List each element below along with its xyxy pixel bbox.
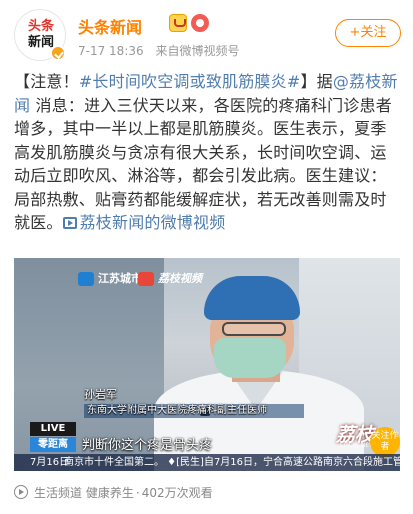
litchi-logo-icon: [138, 272, 154, 286]
video-subtitle: 判断你这个疼是骨头疼: [82, 438, 213, 453]
glasses: [222, 322, 286, 336]
jiangsu-logo-icon: [78, 272, 94, 286]
litchi-logo-text: 荔枝视频: [158, 272, 202, 285]
surgical-cap: [204, 276, 300, 320]
litchi-video-logo: 荔枝视频: [138, 270, 202, 288]
ticker-text: 南京市十件全国第二。 ♦[民生]自7月16日，宁合高速公路南京六合段施工管制: [64, 457, 400, 468]
hashtag-link[interactable]: #长时间吹空调或致肌筋膜炎#: [79, 72, 301, 91]
speaker-name: 孙岩军: [84, 388, 117, 401]
footer-channel[interactable]: 生活频道: [34, 486, 82, 500]
news-ticker: 7月16日南京市十件全国第二。 ♦[民生]自7月16日，宁合高速公路南京六合段施…: [14, 454, 400, 471]
user-name[interactable]: 头条新闻: [78, 14, 142, 38]
ticker-date: 7月16日: [30, 457, 70, 468]
video-link-icon: [62, 217, 77, 229]
jiangsu-city-logo: 江苏城市: [78, 270, 142, 288]
post-text: 【注意！#长时间吹空调或致肌筋膜炎#】据@荔枝新闻 消息：进入三伏天以来，各医院…: [14, 70, 400, 235]
video-player[interactable]: 江苏城市 荔枝视频 孙岩军 东南大学附属中大医院疼痛科副主任医师 LIVE 零距…: [14, 258, 400, 471]
post-body: 消息：进入三伏天以来，各医院的疼痛科门诊患者增多，其中一半以上都是肌筋膜炎。医生…: [14, 95, 392, 233]
follow-author-button[interactable]: 关注作者: [370, 427, 400, 457]
verified-icon: [50, 45, 66, 61]
video-link[interactable]: 荔枝新闻的微博视频: [62, 213, 226, 232]
vip-crown-icon[interactable]: [169, 14, 187, 32]
live-label: LIVE: [30, 422, 76, 436]
live-badge: LIVE 零距离: [30, 422, 76, 452]
follow-button[interactable]: +关注: [335, 19, 401, 47]
name-caption: 孙岩军 东南大学附属中大医院疼痛科副主任医师: [84, 388, 304, 418]
footer-category[interactable]: 健康养生: [86, 486, 134, 500]
post-header: 头条 新闻 头条新闻 7-17 18:36 来自微博视频号 +关注: [0, 0, 413, 68]
text-mid: 】据: [300, 72, 333, 91]
speaker-title: 东南大学附属中大医院疼痛科副主任医师: [84, 404, 304, 418]
play-icon: [14, 485, 28, 499]
avatar-text-top: 头条: [27, 19, 54, 34]
medal-icon[interactable]: [191, 14, 209, 32]
footer-views: 402万次观看: [141, 486, 213, 500]
channel-label: 零距离: [30, 437, 76, 452]
post-source[interactable]: 来自微博视频号: [155, 44, 239, 58]
post-time: 7-17 18:36: [78, 44, 144, 58]
face-mask: [214, 338, 286, 378]
video-footer: 生活频道 健康养生 · 402万次观看: [14, 484, 213, 502]
post-meta: 7-17 18:36 来自微博视频号: [78, 42, 239, 59]
text-intro: 【注意！: [14, 72, 79, 91]
jiangsu-logo-text: 江苏城市: [98, 272, 142, 285]
video-link-label: 荔枝新闻的微博视频: [79, 213, 226, 232]
footer-separator: ·: [135, 486, 140, 500]
